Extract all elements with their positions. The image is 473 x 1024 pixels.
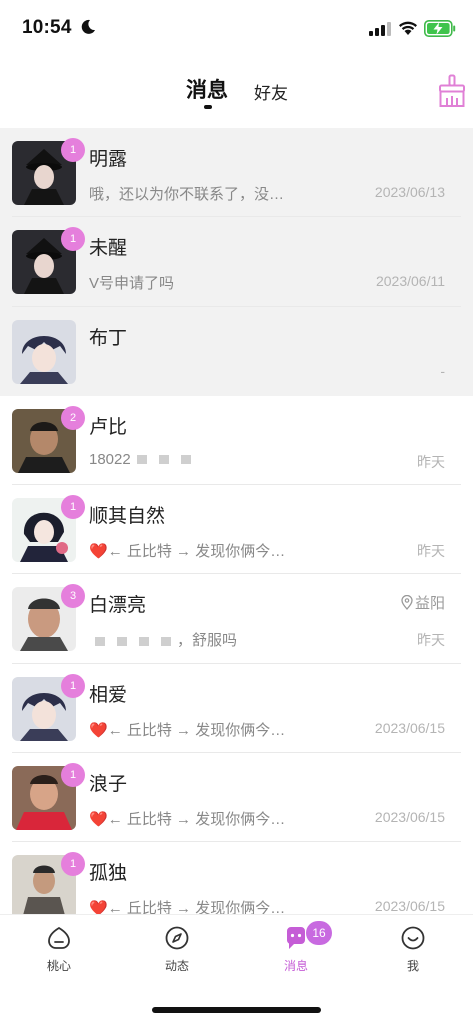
nav-label: 我 xyxy=(406,959,419,973)
contact-name: 明露 xyxy=(89,149,128,170)
message-preview: ，舒服吗 xyxy=(89,629,237,650)
top-header: 消息 好友 xyxy=(0,56,473,128)
message-preview-text: ← 丘比特 → 发现你俩今… xyxy=(107,543,286,561)
unread-badge: 1 xyxy=(61,138,85,162)
nav-label: 消息 xyxy=(283,959,308,973)
contact-name: 未醒 xyxy=(89,238,128,260)
message-time: 2023/06/15 xyxy=(374,809,445,826)
message-preview-text: ← 丘比特 → 发现你俩今… xyxy=(107,811,286,829)
conversation-row[interactable]: 1 孤独 ❤️← 丘比特 → 发现你俩今… 2023/06/15 xyxy=(0,842,473,914)
message-time: 2023/06/15 xyxy=(374,898,445,914)
contact-name: 相爱 xyxy=(89,684,128,706)
battery-charging-icon xyxy=(424,20,456,37)
message-time: 昨天 xyxy=(417,632,445,649)
tab-friends[interactable]: 好友 xyxy=(254,79,288,104)
unread-badge: 1 xyxy=(61,852,85,877)
message-preview-text: 18022 xyxy=(89,450,131,468)
redacted-mark xyxy=(180,455,191,465)
message-time: 2023/06/11 xyxy=(375,273,445,290)
redacted-mark xyxy=(136,455,147,465)
peach-icon xyxy=(48,926,70,949)
nav-unread-badge: 16 xyxy=(306,921,332,945)
status-bar: 10:54 xyxy=(0,0,473,56)
contact-name: 顺其自然 xyxy=(89,506,166,528)
redacted-mark xyxy=(117,637,127,647)
message-preview: 哦，还以为你不联系了，没… xyxy=(89,186,285,203)
nav-label: 动态 xyxy=(164,959,189,973)
home-indicator xyxy=(152,1007,321,1013)
unread-badge: 3 xyxy=(61,584,85,609)
location-pin-icon xyxy=(401,595,413,611)
message-preview-text: ← 丘比特 → 发现你俩今… xyxy=(107,900,286,914)
message-preview: ❤️← 丘比特 → 发现你俩今… xyxy=(89,897,285,914)
contact-name: 布丁 xyxy=(89,327,128,349)
location-text: 益阳 xyxy=(414,595,445,613)
nav-item-feed[interactable]: 动态 xyxy=(137,925,217,974)
wifi-icon xyxy=(399,21,417,35)
unread-badge: 1 xyxy=(61,763,85,788)
message-preview: ❤️← 丘比特 → 发现你俩今… xyxy=(89,540,285,561)
conversation-row[interactable]: 布丁 - xyxy=(0,306,473,396)
message-time: 昨天 xyxy=(417,543,445,560)
contact-name: 卢比 xyxy=(89,416,128,438)
conversation-row[interactable]: 3 白漂亮 益阳 ，舒服吗 昨天 xyxy=(0,574,473,664)
conversation-list[interactable]: 1 明露 哦，还以为你不联系了，没… 2023/06/13 1 未醒 V号申请了… xyxy=(0,128,473,914)
heart-icon: ❤️ xyxy=(89,721,108,739)
compass-icon xyxy=(165,926,189,950)
moon-icon xyxy=(81,19,95,34)
message-preview-text: ，舒服吗 xyxy=(177,632,238,650)
unread-badge: 1 xyxy=(61,673,85,698)
contact-name: 孤独 xyxy=(89,863,128,885)
unread-badge: 2 xyxy=(61,405,85,430)
redacted-mark xyxy=(161,637,171,647)
redacted-mark xyxy=(139,637,149,647)
message-preview: ❤️← 丘比特 → 发现你俩今… xyxy=(89,808,285,829)
nav-label: 桃心 xyxy=(46,959,71,973)
unread-badge: 1 xyxy=(61,495,85,520)
message-preview: 18022 xyxy=(89,451,197,468)
conversation-row[interactable]: 2 卢比 18022 昨天 xyxy=(0,396,473,486)
message-preview: ❤️← 丘比特 → 发现你俩今… xyxy=(89,719,285,740)
conversation-row[interactable]: 1 明露 哦，还以为你不联系了，没… 2023/06/13 xyxy=(0,128,473,218)
message-preview-text: ← 丘比特 → 发现你俩今… xyxy=(107,721,286,739)
nav-item-messages[interactable]: 16 消息 xyxy=(256,921,336,974)
conversation-row[interactable]: 1 未醒 V号申请了吗 2023/06/11 xyxy=(0,217,473,307)
heart-icon: ❤️ xyxy=(89,900,108,914)
message-time: - xyxy=(440,362,445,379)
nav-item-me[interactable]: 我 xyxy=(373,925,453,974)
heart-icon: ❤️ xyxy=(89,811,108,829)
broom-icon[interactable] xyxy=(437,74,467,108)
message-time: 2023/06/15 xyxy=(374,719,445,736)
redacted-mark xyxy=(158,455,169,465)
conversation-row[interactable]: 1 顺其自然 ❤️← 丘比特 → 发现你俩今… 昨天 xyxy=(0,485,473,575)
conversation-row[interactable]: 1 浪子 ❤️← 丘比特 → 发现你俩今… 2023/06/15 xyxy=(0,753,473,843)
unread-badge: 1 xyxy=(61,227,85,252)
location-label: 益阳 xyxy=(401,592,445,613)
redacted-mark xyxy=(95,637,105,647)
conversation-row[interactable]: 1 相爱 ❤️← 丘比特 → 发现你俩今… 2023/06/15 xyxy=(0,664,473,754)
message-preview: V号申请了吗 xyxy=(89,275,175,293)
chat-bubble-icon xyxy=(286,927,305,949)
message-time: 2023/06/13 xyxy=(374,184,445,200)
status-time: 10:54 xyxy=(22,17,72,38)
tab-messages[interactable]: 消息 xyxy=(186,74,228,104)
signal-icon xyxy=(369,22,391,36)
active-tab-indicator xyxy=(204,105,212,109)
avatar[interactable] xyxy=(12,319,76,384)
contact-name: 白漂亮 xyxy=(89,595,147,617)
message-time: 昨天 xyxy=(417,453,445,470)
nav-item-peach[interactable]: 桃心 xyxy=(19,925,99,974)
heart-icon: ❤️ xyxy=(89,543,108,561)
contact-name: 浪子 xyxy=(89,774,128,796)
smile-face-icon xyxy=(401,926,425,950)
